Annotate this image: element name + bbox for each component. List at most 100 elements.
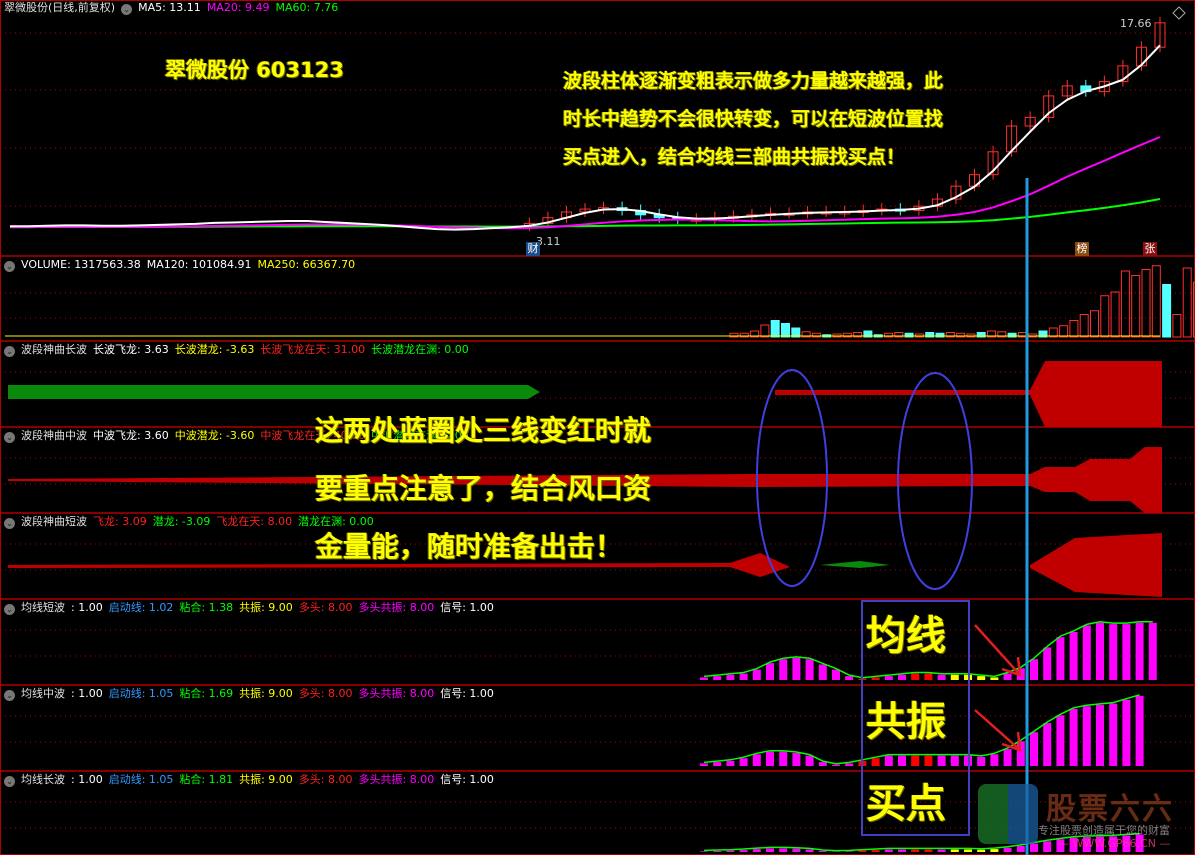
limit-up-tag[interactable]: 张	[1143, 242, 1157, 256]
ma-long-header: ⌄ 均线长波: 1.00 启动线: 1.05 粘合: 1.81 共振: 9.00 多头: …	[4, 772, 506, 788]
high-price-label: 17.66	[1120, 17, 1152, 30]
side-label-ma: 均线	[866, 613, 946, 659]
ma-short-bar	[1096, 622, 1104, 680]
ma-short-bar	[713, 676, 722, 680]
ma-mid-bar	[990, 754, 999, 766]
indicator-value: 多头共振: 8.00	[358, 601, 435, 614]
ma-mid-bar	[1096, 704, 1104, 766]
ma-long-bar	[845, 851, 854, 852]
annotation-line: 金量能，随时准备出击！	[315, 530, 624, 563]
watermark: 股票六六 专注股票创造属于您的财富 — WWW.GP66.CN —	[978, 784, 1195, 855]
ma-long-bar	[726, 850, 735, 852]
volume-bar	[1151, 265, 1161, 338]
long-wave-header: ⌄ 波段神曲长波 长波飞龙: 3.63 长波潜龙: -3.63 长波飞龙在天: 31.0…	[4, 342, 481, 358]
volume-bar	[1182, 267, 1192, 338]
ma-short-bar	[845, 676, 854, 680]
collapse-icon[interactable]: ⌄	[121, 4, 133, 15]
ma-mid-header: ⌄ 均线中波: 1.00 启动线: 1.05 粘合: 1.69 共振: 9.00 多头: …	[4, 686, 506, 702]
indicator-title: 波段神曲长波	[21, 343, 87, 356]
ma-short-header: ⌄ 均线短波: 1.00 启动线: 1.02 粘合: 1.38 共振: 9.00 多头: …	[4, 600, 506, 616]
volume-bar	[1131, 275, 1141, 338]
long-wave-red-block	[1030, 361, 1162, 427]
ma-short-bar	[805, 659, 814, 680]
collapse-icon[interactable]: ⌄	[4, 432, 15, 443]
volume-panel-header: ⌄ VOLUME: 1317563.38 MA120: 101084.91 MA250…	[4, 257, 367, 273]
indicator-value: 长波飞龙在天: 31.00	[260, 343, 366, 356]
ma-mid-bar	[1003, 749, 1012, 766]
stock-name-annotation: 翠微股份 603123	[165, 58, 344, 82]
collapse-icon[interactable]: ⌄	[4, 518, 15, 529]
collapse-icon[interactable]: ⌄	[4, 346, 15, 357]
ma-short-bar	[726, 674, 735, 680]
ma-mid-bar	[832, 764, 840, 766]
volume-bar	[1069, 320, 1079, 338]
finance-tag[interactable]: 财	[526, 242, 540, 256]
ma-short-bar	[1122, 624, 1131, 680]
indicator-value: 长波潜龙在渊: 0.00	[371, 343, 469, 356]
main-title: 翠微股份(日线,前复权)	[4, 1, 116, 14]
ranking-tag[interactable]: 榜	[1075, 242, 1089, 256]
indicator-value: 多头: 8.00	[298, 773, 353, 786]
ma-mid-bar	[805, 755, 814, 766]
volume-bar	[1090, 310, 1099, 338]
volume-bar	[1110, 291, 1120, 338]
indicator-value: 共振: 9.00	[239, 687, 293, 700]
watermark-slogan: 专注股票创造属于您的财富	[1038, 824, 1170, 837]
ma-long-bar	[884, 849, 893, 852]
ma-mid-bar	[845, 763, 854, 766]
ma-short-bar	[1030, 659, 1038, 680]
ma-mid-bar	[779, 751, 788, 766]
ma-mid-bar	[1122, 699, 1131, 766]
ma-short-bar	[766, 663, 774, 680]
ma-mid-bar	[700, 763, 708, 766]
indicator-value: 飞龙在天: 8.00	[216, 515, 293, 528]
ma-mid-bar	[1135, 695, 1144, 766]
side-label-buy: 买点	[866, 781, 946, 827]
arrow-icon	[974, 709, 1021, 751]
indicator-value: 飞龙: 3.09	[93, 515, 147, 528]
ma-long-bar	[818, 851, 827, 852]
ma-mid-bar	[1043, 723, 1052, 766]
collapse-icon[interactable]: ⌄	[4, 776, 15, 787]
ma-short-bar	[1043, 647, 1052, 680]
annotation-line: 波段柱体逐渐变粗表示做多力量越来越强，此	[563, 70, 944, 92]
ma-short-bar	[752, 669, 761, 680]
short-wave-green-area	[820, 561, 890, 568]
indicator-value: 粘合: 1.69	[179, 687, 234, 700]
ma-mid-bar	[739, 758, 748, 766]
indicator-value: 启动线: 1.05	[108, 687, 174, 700]
indicator-value: 信号: 1.00	[440, 687, 494, 700]
ma-short-bar	[832, 669, 840, 680]
ma-long-bar	[898, 849, 906, 852]
ma-mid-bar	[1016, 741, 1025, 766]
ma-long-bar	[911, 849, 920, 852]
long-wave-green-band	[8, 385, 528, 399]
collapse-icon[interactable]: ⌄	[4, 690, 15, 701]
ma-short-bar	[1082, 625, 1091, 680]
ma-short-bar	[1135, 622, 1144, 680]
indicator-value: 中波潜龙: -3.60	[174, 429, 255, 442]
volume-bar	[770, 320, 780, 338]
annotation-line: 这两处蓝圈处三线变红时就	[315, 414, 652, 447]
ma-long-bar	[871, 850, 880, 852]
indicator-value: 共振: 9.00	[239, 601, 293, 614]
indicator-value: 信号: 1.00	[440, 773, 494, 786]
long-wave-taper	[528, 385, 540, 399]
indicator-value: 启动线: 1.05	[108, 773, 174, 786]
ma-short-bar	[1003, 673, 1012, 680]
short-wave-red-block	[1030, 533, 1162, 597]
indicator-value: 多头: 8.00	[298, 687, 353, 700]
volume-bar	[760, 324, 770, 338]
indicator-value: 信号: 1.00	[440, 601, 494, 614]
ma-short-bar	[1148, 622, 1157, 680]
ma-long-bar	[792, 848, 801, 852]
collapse-icon[interactable]: ⌄	[4, 604, 15, 615]
indicator-title: 波段神曲短波	[21, 515, 87, 528]
ma-mid-bar	[1069, 708, 1078, 766]
main-panel-header: 翠微股份(日线,前复权) ⌄ MA5: 13.11 MA20: 9.49 MA60: 7…	[4, 0, 350, 16]
collapse-icon[interactable]: ⌄	[4, 261, 15, 272]
ma-long-bar	[924, 849, 933, 852]
diamond-icon	[1172, 6, 1186, 20]
ma-short-bar	[1109, 624, 1118, 680]
annotation-line: 时长中趋势不会很快转变，可以在短波位置找	[563, 108, 944, 130]
